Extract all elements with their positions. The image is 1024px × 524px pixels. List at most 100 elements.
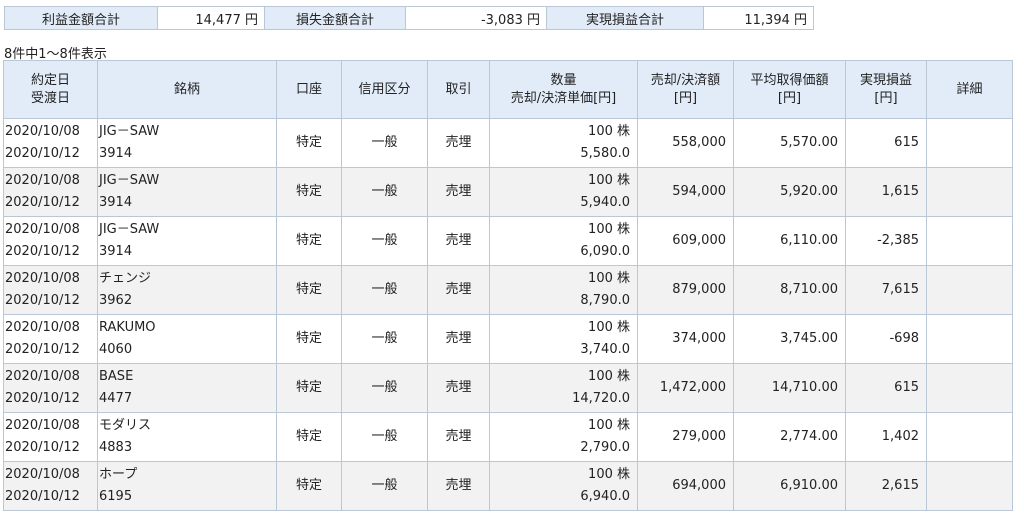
qty-price-cell: 100 株 8,790.0 bbox=[489, 265, 638, 315]
sell-price: 2,790.0 bbox=[580, 440, 630, 455]
realized-total-value: 11,394 円 bbox=[703, 6, 814, 30]
security-name: チェンジ bbox=[99, 271, 152, 286]
loss-total-label: 損失金額合計 bbox=[264, 6, 406, 30]
trade-date: 2020/10/08 bbox=[5, 467, 80, 482]
header-avg-cost: 平均取得価額 [円] bbox=[733, 60, 846, 119]
credit-type: 一般 bbox=[341, 265, 428, 315]
account-type: 特定 bbox=[276, 216, 342, 266]
qty-price-cell: 100 株 14,720.0 bbox=[489, 363, 638, 413]
credit-type: 一般 bbox=[341, 363, 428, 413]
quantity: 100 株 bbox=[588, 418, 630, 433]
table-header-row: 約定日 受渡日 銘柄 口座 信用区分 取引 数量 売却/決済単価[円] 売却/決済額… bbox=[3, 60, 1013, 119]
qty-price-cell: 100 株 5,940.0 bbox=[489, 167, 638, 217]
header-name: 銘柄 bbox=[97, 60, 277, 119]
loss-total-value: -3,083 円 bbox=[405, 6, 547, 30]
trade-type: 売埋 bbox=[427, 314, 490, 364]
header-realized-pl: 実現損益 [円] bbox=[845, 60, 927, 119]
security-cell: BASE 4477 bbox=[97, 363, 277, 413]
quantity: 100 株 bbox=[588, 124, 630, 139]
qty-price-cell: 100 株 5,580.0 bbox=[489, 118, 638, 168]
quantity: 100 株 bbox=[588, 222, 630, 237]
trade-type: 売埋 bbox=[427, 118, 490, 168]
trade-type: 売埋 bbox=[427, 461, 490, 511]
account-type: 特定 bbox=[276, 314, 342, 364]
account-type: 特定 bbox=[276, 167, 342, 217]
security-code: 4883 bbox=[99, 440, 133, 455]
settlement-date: 2020/10/12 bbox=[5, 293, 80, 308]
security-name: JIG－SAW bbox=[99, 173, 160, 188]
security-code: 3914 bbox=[99, 146, 133, 161]
detail-cell[interactable] bbox=[926, 363, 1013, 413]
security-name: BASE bbox=[99, 369, 134, 384]
realized-pl: 2,615 bbox=[845, 461, 927, 511]
summary-table: 利益金額合計 14,477 円 損失金額合計 -3,083 円 実現損益合計 1… bbox=[4, 6, 814, 30]
average-cost: 5,570.00 bbox=[733, 118, 846, 168]
trade-date: 2020/10/08 bbox=[5, 418, 80, 433]
trade-dates-cell: 2020/10/08 2020/10/12 bbox=[3, 461, 98, 511]
detail-cell[interactable] bbox=[926, 118, 1013, 168]
settlement-date: 2020/10/12 bbox=[5, 342, 80, 357]
sell-price: 5,580.0 bbox=[580, 146, 630, 161]
settlement-date: 2020/10/12 bbox=[5, 195, 80, 210]
security-name: JIG－SAW bbox=[99, 222, 160, 237]
account-type: 特定 bbox=[276, 461, 342, 511]
trade-type: 売埋 bbox=[427, 167, 490, 217]
trade-type: 売埋 bbox=[427, 412, 490, 462]
realized-pl: 1,615 bbox=[845, 167, 927, 217]
security-cell: ホープ 6195 bbox=[97, 461, 277, 511]
table-row: 2020/10/08 2020/10/12 モダリス 4883 特定 一般 売埋 100 株 2… bbox=[3, 412, 1013, 462]
credit-type: 一般 bbox=[341, 314, 428, 364]
detail-cell[interactable] bbox=[926, 412, 1013, 462]
security-name: JIG－SAW bbox=[99, 124, 160, 139]
trade-dates-cell: 2020/10/08 2020/10/12 bbox=[3, 363, 98, 413]
sell-price: 8,790.0 bbox=[580, 293, 630, 308]
header-account: 口座 bbox=[276, 60, 342, 119]
header-detail: 詳細 bbox=[926, 60, 1013, 119]
settlement-date: 2020/10/12 bbox=[5, 489, 80, 504]
trade-dates-cell: 2020/10/08 2020/10/12 bbox=[3, 314, 98, 364]
settlement-date: 2020/10/12 bbox=[5, 244, 80, 259]
quantity: 100 株 bbox=[588, 369, 630, 384]
security-code: 6195 bbox=[99, 489, 133, 504]
sell-price: 6,090.0 bbox=[580, 244, 630, 259]
qty-price-cell: 100 株 6,940.0 bbox=[489, 461, 638, 511]
security-cell: モダリス 4883 bbox=[97, 412, 277, 462]
realized-pl: 1,402 bbox=[845, 412, 927, 462]
settlement-date: 2020/10/12 bbox=[5, 440, 80, 455]
trade-history-table: 約定日 受渡日 銘柄 口座 信用区分 取引 数量 売却/決済単価[円] 売却/決済額… bbox=[3, 60, 1013, 511]
security-cell: RAKUMO 4060 bbox=[97, 314, 277, 364]
realized-pl: 615 bbox=[845, 118, 927, 168]
detail-cell[interactable] bbox=[926, 167, 1013, 217]
security-name: モダリス bbox=[99, 418, 152, 433]
detail-cell[interactable] bbox=[926, 461, 1013, 511]
table-row: 2020/10/08 2020/10/12 RAKUMO 4060 特定 一般 売埋 100 … bbox=[3, 314, 1013, 364]
settlement-date: 2020/10/12 bbox=[5, 146, 80, 161]
table-row: 2020/10/08 2020/10/12 JIG－SAW 3914 特定 一般 売埋 100… bbox=[3, 216, 1013, 266]
sell-price: 3,740.0 bbox=[580, 342, 630, 357]
settlement-date: 2020/10/12 bbox=[5, 391, 80, 406]
trade-type: 売埋 bbox=[427, 363, 490, 413]
realized-pl: 7,615 bbox=[845, 265, 927, 315]
average-cost: 3,745.00 bbox=[733, 314, 846, 364]
credit-type: 一般 bbox=[341, 216, 428, 266]
qty-price-cell: 100 株 3,740.0 bbox=[489, 314, 638, 364]
credit-type: 一般 bbox=[341, 412, 428, 462]
realized-pl: -698 bbox=[845, 314, 927, 364]
average-cost: 5,920.00 bbox=[733, 167, 846, 217]
quantity: 100 株 bbox=[588, 320, 630, 335]
profit-total-label: 利益金額合計 bbox=[4, 6, 158, 30]
detail-cell[interactable] bbox=[926, 314, 1013, 364]
detail-cell[interactable] bbox=[926, 265, 1013, 315]
proceeds-amount: 694,000 bbox=[637, 461, 734, 511]
sell-price: 14,720.0 bbox=[572, 391, 630, 406]
trade-dates-cell: 2020/10/08 2020/10/12 bbox=[3, 265, 98, 315]
security-cell: チェンジ 3962 bbox=[97, 265, 277, 315]
detail-cell[interactable] bbox=[926, 216, 1013, 266]
average-cost: 2,774.00 bbox=[733, 412, 846, 462]
header-qty-price: 数量 売却/決済単価[円] bbox=[489, 60, 638, 119]
credit-type: 一般 bbox=[341, 118, 428, 168]
table-row: 2020/10/08 2020/10/12 BASE 4477 特定 一般 売埋 100 株1… bbox=[3, 363, 1013, 413]
proceeds-amount: 1,472,000 bbox=[637, 363, 734, 413]
security-name: RAKUMO bbox=[99, 320, 156, 335]
security-code: 3914 bbox=[99, 244, 133, 259]
